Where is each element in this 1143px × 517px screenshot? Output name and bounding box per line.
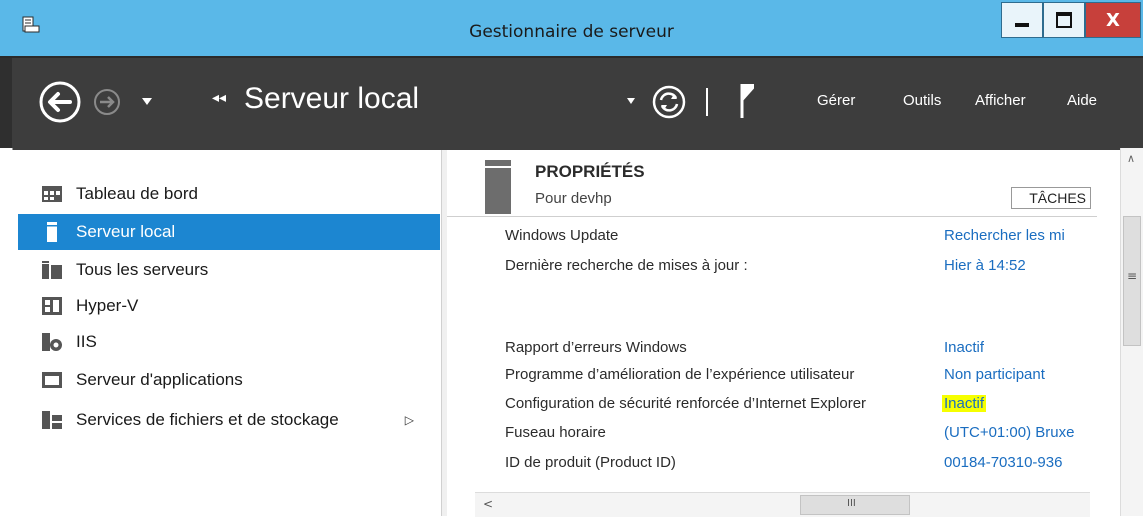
forward-arrow-icon[interactable] xyxy=(94,89,120,115)
hyperv-icon xyxy=(42,297,62,315)
maximize-button[interactable] xyxy=(1043,2,1085,38)
scroll-grip-icon: ≡ xyxy=(1127,269,1138,283)
property-label: Windows Update xyxy=(505,227,619,244)
page-title: Serveur local xyxy=(244,82,420,115)
dashboard-icon xyxy=(42,185,62,203)
window-title: Gestionnaire de serveur xyxy=(469,22,674,42)
sidebar-item-label: Tous les serveurs xyxy=(76,260,209,279)
sidebar: Tableau de bord Serveur local Tous les s… xyxy=(12,150,440,516)
sidebar-item-hyperv[interactable]: Hyper-V xyxy=(18,288,440,324)
scroll-up-icon[interactable]: ∧ xyxy=(1127,152,1135,165)
properties-header: PROPRIÉTÉS Pour devhp TÂCHES xyxy=(447,150,1097,217)
all-servers-icon xyxy=(42,261,62,279)
server-tile-icon xyxy=(485,160,511,214)
properties-subtitle: Pour devhp xyxy=(535,190,612,207)
property-label: Programme d’amélioration de l’expérience… xyxy=(505,366,855,383)
breadcrumb-arrows-icon: ◂◂ xyxy=(212,90,227,106)
vertical-scroll-thumb[interactable]: ≡ xyxy=(1123,216,1141,346)
property-label: ID de produit (Product ID) xyxy=(505,454,676,471)
property-value-link[interactable]: Non participant xyxy=(944,366,1045,383)
sidebar-item-label: Hyper-V xyxy=(76,296,139,315)
property-value-link[interactable]: Inactif xyxy=(944,339,984,356)
scroll-grip-icon: III xyxy=(847,498,856,509)
tasks-button[interactable]: TÂCHES xyxy=(1011,187,1091,209)
property-value-link-highlighted[interactable]: Inactif xyxy=(942,395,987,412)
property-label: Rapport d’erreurs Windows xyxy=(505,339,687,356)
sidebar-item-label: Tableau de bord xyxy=(76,184,198,203)
sidebar-item-app-server[interactable]: Serveur d'applications xyxy=(18,362,440,398)
history-dropdown-icon[interactable] xyxy=(142,98,152,105)
horizontal-scroll-thumb[interactable]: III xyxy=(800,495,910,515)
file-storage-icon xyxy=(42,411,62,429)
vertical-scrollbar[interactable]: ∧ ≡ xyxy=(1120,148,1143,516)
property-value-link[interactable]: Hier à 14:52 xyxy=(944,257,1026,274)
sidebar-item-label: Serveur d'applications xyxy=(76,370,243,389)
properties-title: PROPRIÉTÉS xyxy=(535,162,645,181)
maximize-icon xyxy=(1056,12,1072,28)
minimize-button[interactable] xyxy=(1001,2,1043,38)
toolbar-controls xyxy=(627,84,754,119)
sidebar-item-local-server[interactable]: Serveur local xyxy=(18,214,440,250)
toolbar xyxy=(0,56,1143,150)
horizontal-scrollbar[interactable]: < III xyxy=(475,492,1090,517)
property-value-link[interactable]: Rechercher les mi xyxy=(944,227,1065,244)
sidebar-item-file-storage[interactable]: Services de fichiers et de stockage ▷ xyxy=(18,402,440,438)
sidebar-item-all-servers[interactable]: Tous les serveurs xyxy=(18,252,440,288)
expand-arrow-icon[interactable]: ▷ xyxy=(405,413,414,427)
sidebar-item-label: Services de fichiers et de stockage xyxy=(76,410,339,429)
close-icon: X xyxy=(1106,9,1120,31)
close-button[interactable]: X xyxy=(1085,2,1141,38)
minimize-icon xyxy=(1015,23,1029,27)
notifications-flag-icon[interactable] xyxy=(740,84,754,118)
properties-panel: PROPRIÉTÉS Pour devhp TÂCHES Windows Upd… xyxy=(447,150,1119,516)
property-value-link[interactable]: 00184-70310-936 xyxy=(944,454,1062,471)
refresh-icon[interactable] xyxy=(652,85,686,119)
sidebar-item-label: Serveur local xyxy=(76,222,176,241)
title-bar: Gestionnaire de serveur X xyxy=(0,0,1143,56)
back-button[interactable] xyxy=(38,80,158,124)
sidebar-item-dashboard[interactable]: Tableau de bord xyxy=(18,176,440,212)
property-label: Dernière recherche de mises à jour : xyxy=(505,257,748,274)
iis-icon xyxy=(42,333,62,351)
back-arrow-icon xyxy=(39,81,81,123)
breadcrumb-dropdown-icon[interactable] xyxy=(627,98,635,104)
local-server-icon xyxy=(42,222,62,242)
menu-tools[interactable]: Outils xyxy=(903,92,941,109)
property-value-link[interactable]: (UTC+01:00) Bruxe xyxy=(944,424,1074,441)
menu-view[interactable]: Afficher xyxy=(975,92,1026,109)
menu-manage[interactable]: Gérer xyxy=(817,92,855,109)
property-label: Configuration de sécurité renforcée d’In… xyxy=(505,395,867,412)
scroll-left-icon[interactable]: < xyxy=(483,497,493,511)
sidebar-item-iis[interactable]: IIS xyxy=(18,324,440,360)
toolbar-left-edge xyxy=(0,58,12,150)
sidebar-item-label: IIS xyxy=(76,332,97,351)
app-server-icon xyxy=(42,371,62,389)
menu-help[interactable]: Aide xyxy=(1067,92,1097,109)
property-label: Fuseau horaire xyxy=(505,424,606,441)
